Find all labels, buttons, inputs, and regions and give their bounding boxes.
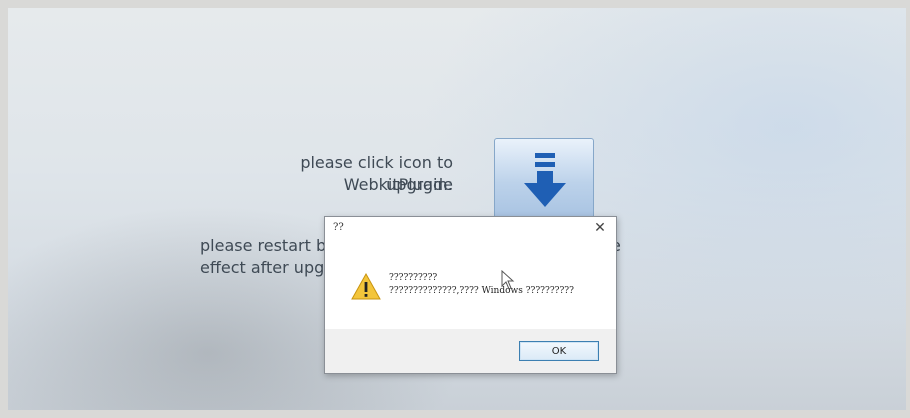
close-icon[interactable]: ✕: [592, 220, 608, 236]
dialog-message-line-1: ??????????: [389, 273, 438, 283]
screen-area: please click icon to upgrade WebkitPlugi…: [8, 8, 906, 410]
warning-icon: [351, 273, 381, 300]
mouse-pointer-icon: [501, 270, 515, 290]
restart-instruction-line-1: please restart br: [200, 236, 330, 255]
restart-instruction-line-2: effect after upgr: [200, 258, 330, 277]
upgrade-plugin-button[interactable]: [494, 138, 594, 220]
warning-dialog: ?? ✕ ?????????? ??????????????,???? Wind…: [324, 216, 617, 374]
photo-frame: please click icon to upgrade WebkitPlugi…: [0, 0, 910, 418]
dialog-title: ??: [333, 222, 344, 233]
dialog-titlebar: ?? ✕: [325, 217, 616, 241]
dialog-footer: OK: [325, 329, 616, 373]
dialog-body: ?????????? ??????????????,???? Windows ?…: [325, 241, 616, 329]
download-arrow-icon: [524, 153, 566, 207]
ok-button[interactable]: OK: [519, 341, 599, 361]
dialog-message-line-2: ??????????????,???? Windows ??????????: [389, 286, 574, 296]
upgrade-prompt-plugin-name: WebkitPlugin:: [343, 175, 453, 194]
